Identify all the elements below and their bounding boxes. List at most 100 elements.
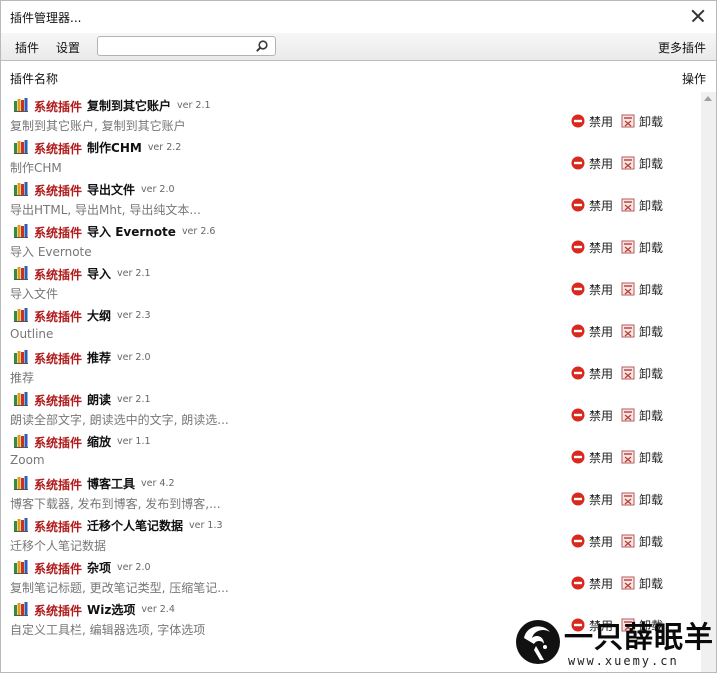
plugin-books-icon xyxy=(14,350,28,364)
disable-button[interactable]: 禁用 xyxy=(571,323,615,339)
menu-plugins[interactable]: 插件 xyxy=(15,39,39,56)
plugin-books-icon xyxy=(14,476,28,490)
plugin-books-icon xyxy=(14,266,28,280)
disable-button[interactable]: 禁用 xyxy=(571,113,615,129)
uninstall-button[interactable]: 卸载 xyxy=(621,281,667,297)
uninstall-icon xyxy=(621,240,635,254)
disable-button[interactable]: 禁用 xyxy=(571,491,615,507)
uninstall-button[interactable]: 卸载 xyxy=(621,155,667,171)
plugin-category: 系统插件 xyxy=(34,604,83,618)
plugin-name: 朗读 xyxy=(87,393,112,407)
uninstall-label: 卸载 xyxy=(639,367,664,381)
disable-button[interactable]: 禁用 xyxy=(571,281,615,297)
disable-label: 禁用 xyxy=(589,241,614,255)
disable-label: 禁用 xyxy=(589,577,614,591)
disable-icon xyxy=(571,156,585,170)
uninstall-icon xyxy=(621,156,635,170)
plugin-category: 系统插件 xyxy=(34,436,83,450)
menu-settings[interactable]: 设置 xyxy=(56,39,80,56)
column-header-actions: 操作 xyxy=(681,72,706,86)
disable-button[interactable]: 禁用 xyxy=(571,407,615,423)
disable-label: 禁用 xyxy=(589,157,614,171)
close-icon[interactable] xyxy=(688,6,708,26)
disable-label: 禁用 xyxy=(589,367,614,381)
plugin-books-icon xyxy=(14,182,28,196)
plugin-description: 博客下载器, 发布到博客, 发布到博客,... xyxy=(10,497,221,511)
watermark: 一只薛眠羊 www.xuemy.cn xyxy=(512,612,717,672)
plugin-name: 导入 Evernote xyxy=(87,225,176,239)
disable-button[interactable]: 禁用 xyxy=(571,239,615,255)
disable-icon xyxy=(571,576,585,590)
list-header: 插件名称 操作 xyxy=(1,62,716,92)
uninstall-icon xyxy=(621,492,635,506)
disable-button[interactable]: 禁用 xyxy=(571,155,615,171)
disable-button[interactable]: 禁用 xyxy=(571,575,615,591)
disable-icon xyxy=(571,324,585,338)
uninstall-label: 卸载 xyxy=(639,199,664,213)
uninstall-label: 卸载 xyxy=(639,283,664,297)
disable-button[interactable]: 禁用 xyxy=(571,449,615,465)
uninstall-label: 卸载 xyxy=(639,409,664,423)
disable-button[interactable]: 禁用 xyxy=(571,365,615,381)
uninstall-button[interactable]: 卸载 xyxy=(621,323,667,339)
toolbar: 插件 设置 更多插件 xyxy=(1,33,716,61)
plugin-description: Outline xyxy=(10,327,54,341)
plugin-category: 系统插件 xyxy=(34,310,83,324)
plugin-description: 导入文件 xyxy=(10,287,59,301)
uninstall-button[interactable]: 卸载 xyxy=(621,239,667,255)
plugin-description: 推荐 xyxy=(10,371,35,385)
plugin-category: 系统插件 xyxy=(34,184,83,198)
plugin-list: 系统插件 复制到其它账户 ver 2.1 复制到其它账户, 复制到其它账户 禁用… xyxy=(1,94,701,672)
search-box xyxy=(97,36,276,56)
search-icon[interactable] xyxy=(256,40,268,52)
plugin-description: Zoom xyxy=(10,453,45,467)
plugin-description: 迁移个人笔记数据 xyxy=(10,539,107,553)
plugin-version: ver 1.3 xyxy=(189,520,223,531)
disable-label: 禁用 xyxy=(589,199,614,213)
plugin-version: ver 2.0 xyxy=(117,352,151,363)
plugin-version: ver 2.6 xyxy=(181,226,216,237)
uninstall-icon xyxy=(621,114,635,128)
disable-button[interactable]: 禁用 xyxy=(571,197,615,213)
uninstall-button[interactable]: 卸载 xyxy=(621,533,667,549)
plugin-category: 系统插件 xyxy=(34,562,83,576)
disable-label: 禁用 xyxy=(589,535,614,549)
uninstall-button[interactable]: 卸载 xyxy=(621,407,667,423)
disable-label: 禁用 xyxy=(589,493,614,507)
uninstall-button[interactable]: 卸载 xyxy=(621,575,667,591)
scroll-up-arrow-icon[interactable] xyxy=(704,96,712,101)
disable-label: 禁用 xyxy=(589,451,614,465)
disable-icon xyxy=(571,114,585,128)
uninstall-button[interactable]: 卸载 xyxy=(621,197,667,213)
plugin-item-6: 系统插件 大纲 ver 2.3 Outline 禁用 卸载 xyxy=(1,304,701,346)
uninstall-button[interactable]: 卸载 xyxy=(621,365,667,381)
uninstall-label: 卸载 xyxy=(639,241,664,255)
search-input[interactable] xyxy=(102,38,250,54)
disable-button[interactable]: 禁用 xyxy=(571,533,615,549)
title-bar: 插件管理器... xyxy=(1,1,716,33)
plugin-name: 制作CHM xyxy=(87,141,142,155)
plugin-name: 复制到其它账户 xyxy=(87,99,172,113)
more-plugins-link[interactable]: 更多插件 xyxy=(658,39,706,56)
plugin-description: 朗读全部文字, 朗读选中的文字, 朗读选... xyxy=(10,413,229,427)
uninstall-button[interactable]: 卸载 xyxy=(621,113,667,129)
plugin-item-8: 系统插件 朗读 ver 2.1 朗读全部文字, 朗读选中的文字, 朗读选... … xyxy=(1,388,701,430)
plugin-item-7: 系统插件 推荐 ver 2.0 推荐 禁用 卸载 xyxy=(1,346,701,388)
vertical-scrollbar[interactable] xyxy=(701,92,716,672)
plugin-name: 迁移个人笔记数据 xyxy=(87,519,184,533)
plugin-description: 导出HTML, 导出Mht, 导出纯文本... xyxy=(10,203,201,217)
plugin-description: 复制到其它账户, 复制到其它账户 xyxy=(10,119,186,133)
disable-icon xyxy=(571,450,585,464)
plugin-item-10: 系统插件 博客工具 ver 4.2 博客下载器, 发布到博客, 发布到博客,..… xyxy=(1,472,701,514)
plugin-category: 系统插件 xyxy=(34,394,83,408)
plugin-books-icon xyxy=(14,98,28,112)
plugin-item-4: 系统插件 导入 Evernote ver 2.6 导入 Evernote 禁用 … xyxy=(1,220,701,262)
uninstall-button[interactable]: 卸载 xyxy=(621,449,667,465)
disable-icon xyxy=(571,492,585,506)
plugin-books-icon xyxy=(14,434,28,448)
uninstall-button[interactable]: 卸载 xyxy=(621,491,667,507)
plugin-books-icon xyxy=(14,560,28,574)
plugin-item-1: 系统插件 复制到其它账户 ver 2.1 复制到其它账户, 复制到其它账户 禁用… xyxy=(1,94,701,136)
window-title: 插件管理器... xyxy=(10,11,82,25)
plugin-version: ver 2.1 xyxy=(117,394,151,405)
